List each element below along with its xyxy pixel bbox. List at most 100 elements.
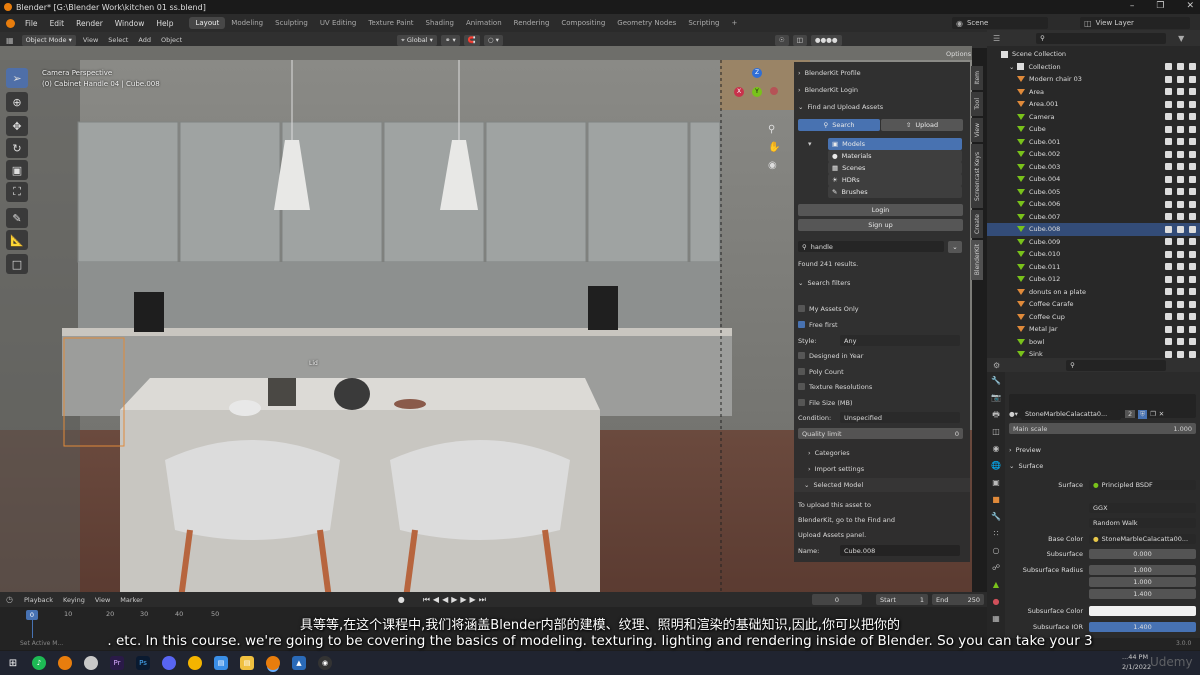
world-tab-icon[interactable]: 🌐 (987, 457, 1005, 474)
gizmo-z-axis[interactable]: Z (752, 68, 762, 78)
eye-icon[interactable] (1177, 200, 1184, 208)
outliner-item[interactable]: Modern chair 03 (987, 73, 1200, 86)
sidebar-tab-blenderkit[interactable]: BlenderKit (971, 240, 983, 280)
options-dropdown[interactable]: Options (946, 50, 971, 58)
tab-rendering[interactable]: Rendering (508, 17, 556, 29)
exclude-checkbox[interactable] (1165, 350, 1172, 358)
exclude-checkbox[interactable] (1165, 75, 1172, 83)
tab-layout[interactable]: Layout (189, 17, 226, 29)
exclude-checkbox[interactable] (1165, 138, 1172, 146)
camera-icon[interactable] (1189, 350, 1196, 358)
surface-panel-header[interactable]: ⌄ Surface (1009, 460, 1196, 472)
eye-icon[interactable] (1177, 100, 1184, 108)
eye-icon[interactable] (1177, 300, 1184, 308)
exclude-checkbox[interactable] (1165, 213, 1172, 221)
radius-y-field[interactable]: 1.000 (1089, 577, 1196, 587)
menu-object[interactable]: Object (156, 36, 187, 44)
proportional-edit-toggle[interactable]: ○ ▾ (483, 34, 503, 46)
exclude-checkbox[interactable] (1165, 263, 1172, 271)
surface-shader-dropdown[interactable]: ● Principled BSDF (1089, 480, 1196, 490)
outliner-search-input[interactable]: ⚲ (1036, 32, 1167, 44)
windows-start-icon[interactable]: ⊞ (6, 656, 20, 670)
file-explorer-icon[interactable]: ▤ (214, 656, 228, 670)
outliner-item[interactable]: Area (987, 86, 1200, 99)
obs-icon[interactable]: ◉ (318, 656, 332, 670)
scene-tab-icon[interactable]: ◉ (987, 440, 1005, 457)
outliner-item[interactable]: Cube.004 (987, 173, 1200, 186)
exclude-checkbox[interactable] (1165, 125, 1172, 133)
eye-icon[interactable] (1177, 125, 1184, 133)
add-workspace-button[interactable]: + (725, 17, 743, 29)
category-materials[interactable]: ● Materials (828, 150, 962, 162)
outliner-item[interactable]: bowl (987, 336, 1200, 349)
eye-icon[interactable] (1177, 250, 1184, 258)
signup-button[interactable]: Sign up (798, 219, 963, 231)
camera-icon[interactable] (1189, 238, 1196, 246)
find-upload-header[interactable]: ⌄ Find and Upload Assets (798, 100, 966, 113)
pivot-dropdown[interactable]: ⚭ ▾ (440, 34, 460, 46)
blender-menu-icon[interactable] (6, 18, 15, 28)
camera-icon[interactable] (1189, 313, 1196, 321)
playback-menu[interactable]: Playback (19, 596, 58, 604)
outliner-item[interactable]: Cube.011 (987, 261, 1200, 274)
radius-z-field[interactable]: 1.400 (1089, 589, 1196, 599)
gizmo-y-axis[interactable]: Y (752, 87, 762, 97)
properties-search-input[interactable]: ⚲ (1066, 359, 1167, 371)
maximize-icon[interactable]: ❐ (1156, 1, 1164, 11)
chrome-icon[interactable] (188, 656, 202, 670)
eye-icon[interactable] (1177, 175, 1184, 183)
condition-dropdown[interactable]: Unspecified (840, 412, 960, 423)
navigation-gizmo[interactable]: Z X Y (734, 68, 780, 114)
camera-icon[interactable] (1189, 150, 1196, 158)
outliner-item[interactable]: Cube (987, 123, 1200, 136)
sidebar-tab-create[interactable]: Create (971, 210, 983, 238)
end-frame-field[interactable]: End 250 (932, 594, 984, 605)
camera-icon[interactable] (1189, 75, 1196, 83)
scene-collection-row[interactable]: Scene Collection (987, 48, 1200, 61)
view-layer-tab-icon[interactable]: ◫ (987, 423, 1005, 440)
exclude-checkbox[interactable] (1165, 63, 1172, 71)
blenderkit-profile-header[interactable]: › BlenderKit Profile (798, 66, 966, 79)
eye-icon[interactable] (1177, 150, 1184, 158)
view-layer-selector[interactable]: ◫ View Layer (1080, 17, 1190, 29)
shading-buttons[interactable]: ●●●● (810, 34, 842, 46)
exclude-checkbox[interactable] (1165, 300, 1172, 308)
tab-modeling[interactable]: Modeling (225, 17, 269, 29)
camera-icon[interactable] (1189, 175, 1196, 183)
tool-tab-icon[interactable]: 🔧 (987, 372, 1005, 389)
exclude-checkbox[interactable] (1165, 175, 1172, 183)
style-dropdown[interactable]: Any (840, 335, 960, 346)
material-user-count[interactable]: 2 (1124, 410, 1136, 418)
exclude-checkbox[interactable] (1165, 225, 1172, 233)
exclude-checkbox[interactable] (1165, 113, 1172, 121)
measure-tool[interactable]: 📐 (6, 230, 28, 250)
eye-icon[interactable] (1177, 225, 1184, 233)
camera-icon[interactable] (1189, 163, 1196, 171)
categories-header[interactable]: › Categories (808, 446, 966, 459)
playback-controls[interactable]: ⏮◀◀▶▶▶⏭ (423, 595, 489, 605)
menu-edit[interactable]: Edit (44, 19, 71, 28)
material-name-field[interactable]: StoneMarbleCalacatta0... (1020, 408, 1121, 420)
camera-icon[interactable] (1189, 225, 1196, 233)
menu-select[interactable]: Select (103, 36, 133, 44)
eye-icon[interactable] (1177, 63, 1184, 71)
upload-tab[interactable]: ⇧ Upload (881, 119, 963, 131)
outliner-item[interactable]: Cube.012 (987, 273, 1200, 286)
tab-texture-paint[interactable]: Texture Paint (362, 17, 419, 29)
data-tab-icon[interactable]: ▲ (987, 576, 1005, 593)
tab-compositing[interactable]: Compositing (555, 17, 611, 29)
eye-icon[interactable] (1177, 275, 1184, 283)
record-icon[interactable]: ● (398, 595, 405, 604)
name-field[interactable]: Cube.008 (840, 545, 960, 556)
select-box-tool[interactable]: ➢ (6, 68, 28, 88)
collection-row[interactable]: ⌄ Collection (987, 61, 1200, 74)
outliner-item[interactable]: Cube.001 (987, 136, 1200, 149)
eye-icon[interactable] (1177, 113, 1184, 121)
transform-orientation-dropdown[interactable]: ⌖ Global ▾ (397, 34, 437, 46)
camera-icon[interactable] (1189, 63, 1196, 71)
particles-tab-icon[interactable]: ∷ (987, 525, 1005, 542)
category-scenes[interactable]: ▦ Scenes (828, 162, 962, 174)
editor-type-icon[interactable]: ▦ (6, 36, 14, 45)
unlink-icon[interactable]: ✕ (1159, 410, 1164, 418)
camera-icon[interactable] (1189, 88, 1196, 96)
